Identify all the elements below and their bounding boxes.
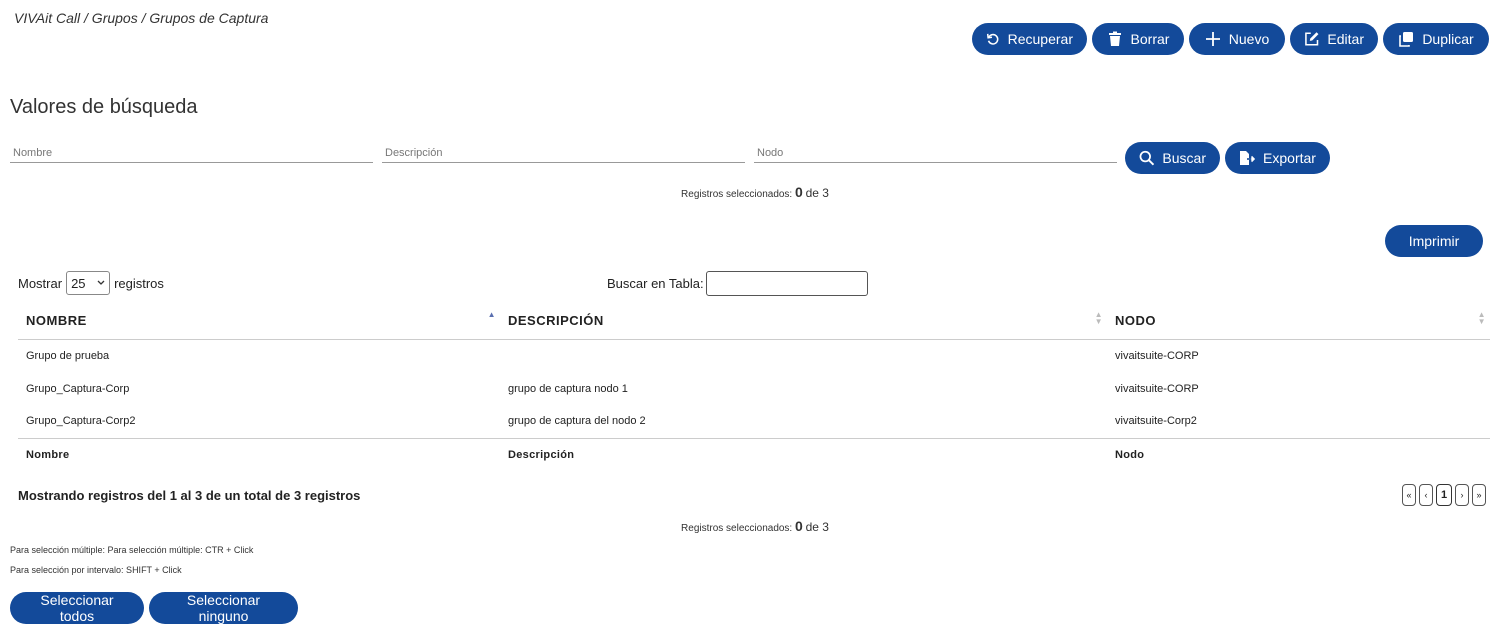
new-button[interactable]: Nuevo [1189,23,1285,55]
selected-count-bottom: Registros seleccionados: 0 de 3 [0,518,1500,534]
selected-count-top: Registros seleccionados: 0 de 3 [0,184,1500,200]
multiple-selection-hint: Para selección múltiple: Para selección … [10,545,254,555]
sort-asc-icon: ▲ [487,310,496,319]
cell-node: vivaitsuite-CORP [1115,349,1199,362]
selected-count-label: Registros seleccionados: [681,523,793,534]
delete-button[interactable]: Borrar [1092,23,1184,55]
delete-label: Borrar [1130,31,1170,47]
interval-selection-hint: Para selección por intervalo: SHIFT + Cl… [10,565,182,575]
first-page-button[interactable]: « [1402,484,1416,506]
selected-count-number: 0 [795,518,803,534]
sort-icon: ▲ ▼ [1094,310,1103,326]
select-all-button[interactable]: Seleccionar todos [10,592,144,624]
column-header-name[interactable]: NOMBRE ▲ [18,302,500,340]
page-length-select[interactable]: 25 [66,271,111,295]
cell-name: Grupo_Captura-Corp [26,382,130,395]
name-search-input[interactable] [10,143,373,163]
column-footer-node: Nodo [1107,437,1490,472]
table-search-label: Buscar en Tabla: [607,276,704,291]
recover-button[interactable]: Recuperar [972,23,1087,55]
print-button[interactable]: Imprimir [1385,225,1483,257]
undo-icon [986,33,999,45]
node-search-input[interactable] [754,143,1117,163]
pagination: « ‹ 1 › » [1402,484,1486,506]
selected-count-number: 0 [795,184,803,200]
cell-node: vivaitsuite-CORP [1115,382,1199,395]
selected-count-total: de 3 [805,186,829,200]
next-page-button[interactable]: › [1455,484,1469,506]
table-info: Mostrando registros del 1 al 3 de un tot… [18,488,361,503]
selected-count-total: de 3 [805,520,829,534]
page-1-button[interactable]: 1 [1436,484,1452,506]
select-none-button[interactable]: Seleccionar ninguno [149,592,298,624]
breadcrumb: VIVAit Call / Grupos / Grupos de Captura [14,10,269,26]
cell-description: grupo de captura del nodo 2 [508,415,646,428]
column-footer-description: Descripción [500,437,1107,472]
table-row[interactable]: Grupo_Captura-Corp2 grupo de captura del… [18,405,1490,438]
duplicate-label: Duplicar [1422,31,1474,47]
records-label: registros [114,275,164,291]
table-search-input[interactable] [705,271,868,296]
edit-button[interactable]: Editar [1290,23,1378,55]
plus-icon [1205,32,1220,46]
recover-label: Recuperar [1007,31,1073,47]
search-section-title: Valores de búsqueda [10,96,198,118]
page-length-control: Mostrar 25 registros [18,271,164,295]
file-export-icon [1240,151,1256,165]
table-row[interactable]: Grupo_Captura-Corp grupo de captura nodo… [18,372,1490,405]
selected-count-label: Registros seleccionados: [681,189,793,200]
table-search: Buscar en Tabla: [607,271,868,296]
page-length-value: 25 [71,275,86,291]
trash-icon [1108,31,1121,46]
data-table: NOMBRE ▲ DESCRIPCIÓN ▲ ▼ NODO ▲ ▼ Grupo de pr… [18,302,1490,472]
table-row[interactable]: Grupo de prueba vivaitsuite-CORP [18,339,1490,372]
column-header-name-label: NOMBRE [26,312,87,328]
search-button[interactable]: Buscar [1125,142,1220,174]
description-search-input[interactable] [382,143,745,163]
search-icon [1139,150,1155,166]
cell-node: vivaitsuite-Corp2 [1115,415,1197,428]
edit-icon [1305,32,1319,46]
edit-label: Editar [1327,31,1364,47]
column-header-description[interactable]: DESCRIPCIÓN ▲ ▼ [500,302,1107,340]
cell-name: Grupo de prueba [26,349,110,362]
cell-name: Grupo_Captura-Corp2 [26,415,136,428]
prev-page-button[interactable]: ‹ [1419,484,1433,506]
cell-description: grupo de captura nodo 1 [508,382,628,395]
export-button[interactable]: Exportar [1225,142,1330,174]
copy-icon [1399,32,1414,47]
sort-icon: ▲ ▼ [1477,310,1486,326]
search-button-label: Buscar [1162,150,1206,166]
export-button-label: Exportar [1263,150,1316,166]
column-header-description-label: DESCRIPCIÓN [508,312,604,328]
column-header-node-label: NODO [1115,312,1156,328]
last-page-button[interactable]: » [1472,484,1486,506]
column-footer-name: Nombre [18,437,500,472]
cell-description [500,339,1107,372]
column-header-node[interactable]: NODO ▲ ▼ [1107,302,1490,340]
show-label: Mostrar [18,275,63,291]
chevron-down-icon [97,280,105,285]
new-label: Nuevo [1228,31,1270,47]
duplicate-button[interactable]: Duplicar [1383,23,1489,55]
